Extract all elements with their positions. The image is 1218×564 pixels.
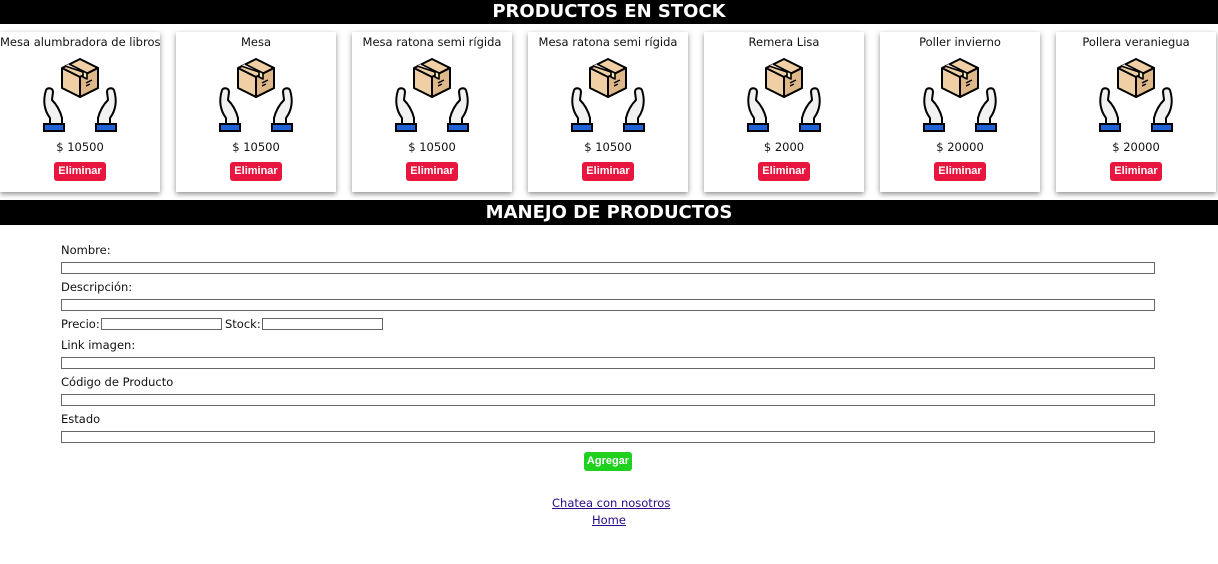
box-in-hands-icon bbox=[1099, 58, 1173, 132]
product-name: Pollera veraniegua bbox=[1082, 35, 1190, 49]
product-card: Mesa ratona semi rígida $ 10500 Eliminar bbox=[352, 32, 512, 192]
product-price: $ 10500 bbox=[232, 140, 280, 154]
name-label: Nombre: bbox=[61, 243, 111, 257]
product-list: Mesa alumbradora de libros $ 10500 Elimi… bbox=[0, 32, 1218, 192]
delete-button[interactable]: Eliminar bbox=[54, 162, 106, 181]
product-price: $ 2000 bbox=[763, 140, 805, 154]
product-code-input[interactable] bbox=[61, 394, 1155, 406]
price-label: Precio: bbox=[61, 317, 100, 331]
image-link-label: Link imagen: bbox=[61, 338, 136, 352]
image-link-input[interactable] bbox=[61, 357, 1155, 369]
chat-link[interactable]: Chatea con nosotros bbox=[552, 496, 670, 510]
status-label: Estado bbox=[61, 412, 101, 426]
delete-button[interactable]: Eliminar bbox=[582, 162, 634, 181]
add-button[interactable]: Agregar bbox=[584, 452, 632, 471]
delete-button[interactable]: Eliminar bbox=[230, 162, 282, 181]
delete-button[interactable]: Eliminar bbox=[1110, 162, 1162, 181]
box-in-hands-icon bbox=[923, 58, 997, 132]
home-link[interactable]: Home bbox=[592, 513, 626, 527]
product-price: $ 10500 bbox=[408, 140, 456, 154]
description-input[interactable] bbox=[61, 299, 1155, 311]
product-price: $ 10500 bbox=[584, 140, 632, 154]
status-input[interactable] bbox=[61, 431, 1155, 443]
delete-button[interactable]: Eliminar bbox=[758, 162, 810, 181]
price-input[interactable] bbox=[101, 318, 222, 330]
product-card: Mesa ratona semi rígida $ 10500 Eliminar bbox=[528, 32, 688, 192]
product-name: Mesa ratona semi rígida bbox=[538, 35, 678, 49]
box-in-hands-icon bbox=[43, 58, 117, 132]
description-label: Descripción: bbox=[61, 280, 133, 294]
product-name: Poller invierno bbox=[919, 35, 1001, 49]
box-in-hands-icon bbox=[571, 58, 645, 132]
product-code-label: Código de Producto bbox=[61, 375, 174, 389]
product-name: Remera Lisa bbox=[748, 35, 820, 49]
product-card: Pollera veraniegua $ 20000 Eliminar bbox=[1056, 32, 1216, 192]
box-in-hands-icon bbox=[219, 58, 293, 132]
stock-header: PRODUCTOS EN STOCK bbox=[0, 0, 1218, 24]
product-name: Mesa ratona semi rígida bbox=[362, 35, 502, 49]
stock-label: Stock: bbox=[225, 317, 261, 331]
product-card: Remera Lisa $ 2000 Eliminar bbox=[704, 32, 864, 192]
delete-button[interactable]: Eliminar bbox=[406, 162, 458, 181]
product-name: Mesa bbox=[240, 35, 272, 49]
box-in-hands-icon bbox=[395, 58, 469, 132]
product-price: $ 10500 bbox=[56, 140, 104, 154]
product-card: Mesa $ 10500 Eliminar bbox=[176, 32, 336, 192]
manage-header: MANEJO DE PRODUCTOS bbox=[0, 200, 1218, 225]
name-input[interactable] bbox=[61, 262, 1155, 274]
product-price: $ 20000 bbox=[1112, 140, 1160, 154]
box-in-hands-icon bbox=[747, 58, 821, 132]
product-price: $ 20000 bbox=[936, 140, 984, 154]
product-card: Poller invierno $ 20000 Eliminar bbox=[880, 32, 1040, 192]
stock-input[interactable] bbox=[262, 318, 383, 330]
delete-button[interactable]: Eliminar bbox=[934, 162, 986, 181]
product-name: Mesa alumbradora de libros bbox=[0, 35, 161, 49]
product-card: Mesa alumbradora de libros $ 10500 Elimi… bbox=[0, 32, 161, 192]
